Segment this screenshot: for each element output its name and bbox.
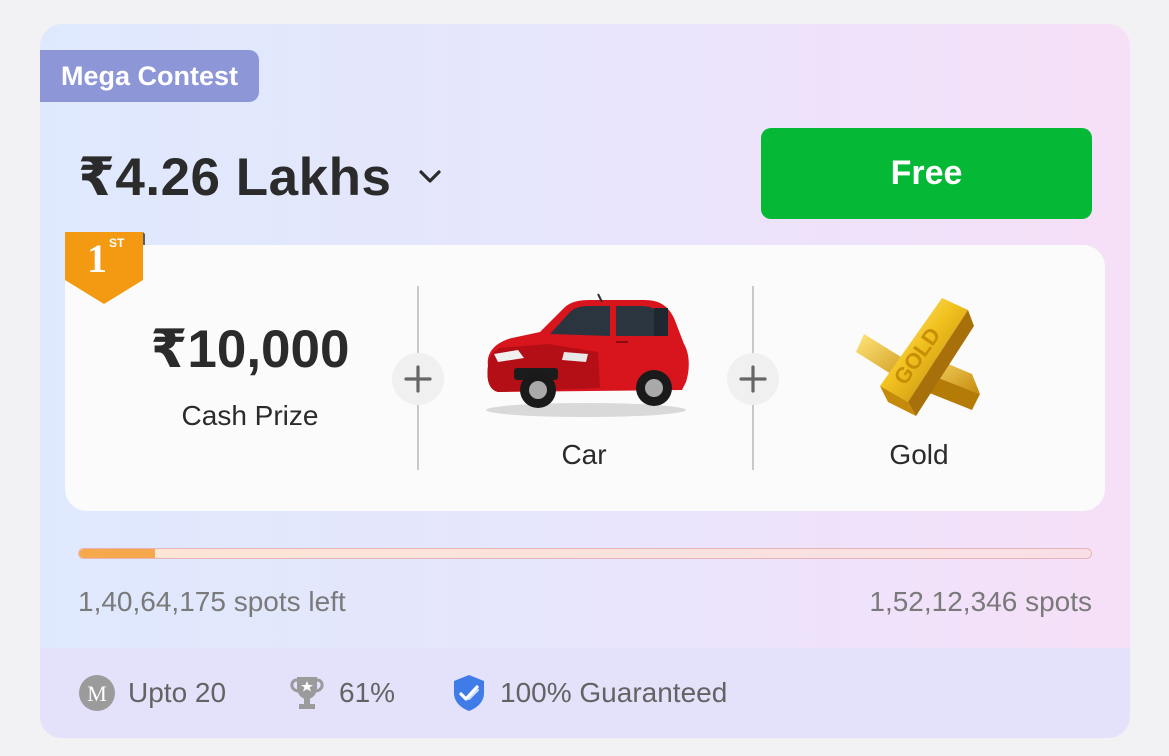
guarantee-text: 100% Guaranteed xyxy=(500,677,728,708)
rank-suffix: ST xyxy=(109,236,125,250)
spots-total-text: 1,52,12,346 spots xyxy=(869,586,1092,617)
cash-prize-label: Cash Prize xyxy=(181,400,319,431)
join-free-button[interactable]: Free xyxy=(761,128,1092,219)
plus-icon xyxy=(727,353,779,405)
svg-text:M: M xyxy=(87,681,107,706)
m-circle-icon: M xyxy=(78,674,116,712)
verified-shield-icon xyxy=(450,673,488,713)
contest-info-footer: M Upto 20 61% 100% Guaranteed xyxy=(40,648,1130,738)
prize-pool-dropdown[interactable]: ₹4.26 Lakhs xyxy=(78,142,443,212)
contest-type-tag: Mega Contest xyxy=(40,50,259,102)
contest-card[interactable]: Mega Contest ₹4.26 Lakhs Free 1 ST ₹10,0… xyxy=(40,24,1130,738)
gold-bars-icon: GOLD xyxy=(850,290,990,430)
rank-number: 1 xyxy=(87,236,107,281)
plus-icon xyxy=(392,353,444,405)
car-prize-label: Car xyxy=(561,439,607,470)
trophy-icon xyxy=(287,673,327,713)
cash-prize-amount: ₹10,000 xyxy=(150,320,350,379)
winners-percent-text: 61% xyxy=(339,677,396,708)
prize-pool-amount: ₹4.26 Lakhs xyxy=(78,147,392,207)
rank-badge: 1 ST xyxy=(65,232,145,304)
spots-progress-bar xyxy=(78,548,1092,559)
max-entries-info[interactable]: M Upto 20 xyxy=(78,648,226,738)
max-entries-text: Upto 20 xyxy=(128,677,227,708)
car-icon xyxy=(478,292,694,420)
gold-prize-label: Gold xyxy=(889,439,949,470)
spots-progress-fill xyxy=(79,549,155,558)
spots-left-text: 1,40,64,175 spots left xyxy=(78,586,346,617)
chevron-down-icon xyxy=(417,164,443,190)
winners-percent-info[interactable]: 61% xyxy=(287,648,395,738)
guarantee-info[interactable]: 100% Guaranteed xyxy=(450,648,727,738)
